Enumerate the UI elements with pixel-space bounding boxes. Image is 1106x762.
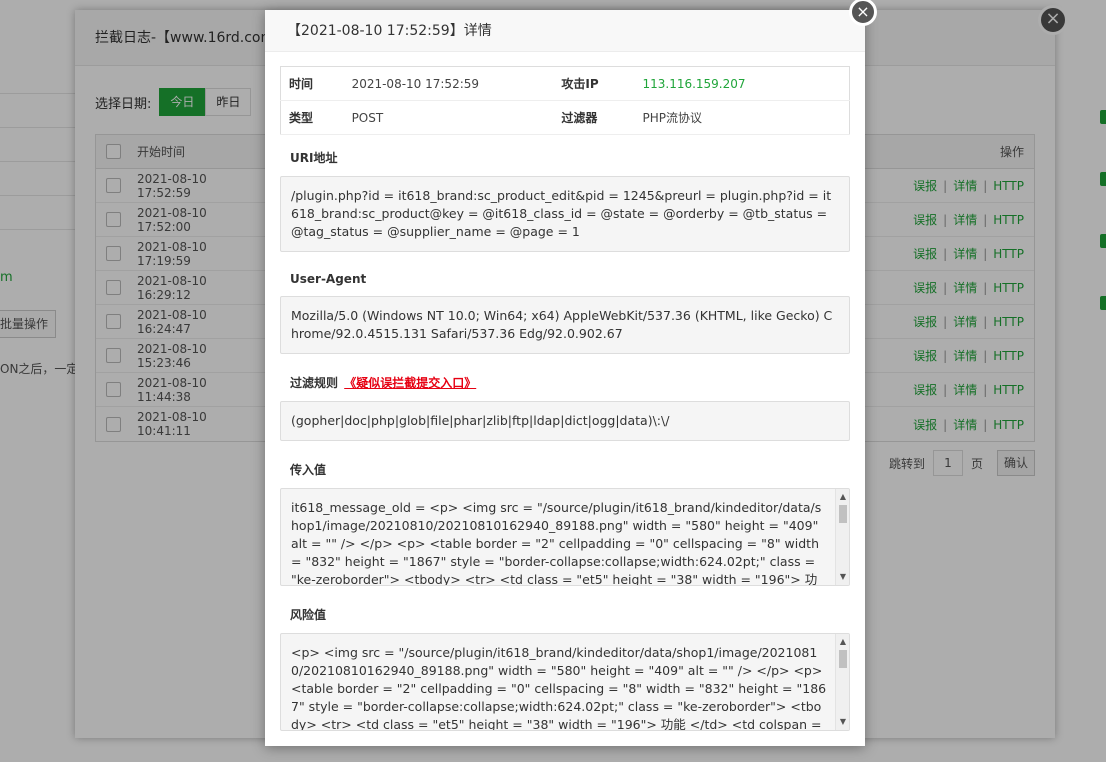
input-value-text: it618_message_old = <p> <img src = "/sou… [291, 500, 822, 586]
risk-value-box[interactable]: <p> <img src = "/source/plugin/it618_bra… [280, 633, 850, 731]
detail-info-table: 时间 2021-08-10 17:52:59 攻击IP 113.116.159.… [280, 66, 850, 135]
filter-value: PHP流协议 [634, 100, 850, 135]
time-value: 2021-08-10 17:52:59 [343, 66, 554, 101]
uri-value: /plugin.php?id = it618_brand:sc_product_… [280, 176, 850, 252]
attack-ip-label: 攻击IP [553, 66, 635, 101]
user-agent-value: Mozilla/5.0 (Windows NT 10.0; Win64; x64… [280, 296, 850, 354]
input-value-box[interactable]: it618_message_old = <p> <img src = "/sou… [280, 488, 850, 586]
detail-dialog-title: 【2021-08-10 17:52:59】详情 [265, 10, 865, 52]
type-value: POST [343, 100, 554, 135]
scroll-up-icon[interactable]: ▲ [836, 491, 849, 503]
filter-label: 过滤器 [553, 100, 635, 135]
scroll-thumb[interactable] [839, 505, 847, 523]
scroll-thumb[interactable] [839, 650, 847, 668]
false-positive-submit-link[interactable]: 《疑似误拦截提交入口》 [344, 376, 476, 390]
detail-dialog-body: 时间 2021-08-10 17:52:59 攻击IP 113.116.159.… [280, 66, 850, 736]
user-agent-label: User-Agent [290, 272, 367, 286]
attack-ip-value: 113.116.159.207 [634, 66, 850, 101]
detail-dialog: 【2021-08-10 17:52:59】详情 时间 2021-08-10 17… [265, 10, 865, 746]
scroll-up-icon[interactable]: ▲ [836, 636, 849, 648]
scroll-down-icon[interactable]: ▼ [836, 571, 849, 583]
filter-rule-heading: 过滤规则 《疑似误拦截提交入口》 [280, 374, 850, 391]
time-label: 时间 [280, 66, 344, 101]
scroll-down-icon[interactable]: ▼ [836, 716, 849, 728]
risk-value-text: <p> <img src = "/source/plugin/it618_bra… [291, 645, 827, 731]
risk-value-label: 风险值 [290, 608, 327, 622]
input-scrollbar[interactable]: ▲ ▼ [835, 489, 849, 585]
filter-rule-label: 过滤规则 [290, 376, 339, 390]
risk-scrollbar[interactable]: ▲ ▼ [835, 634, 849, 730]
input-value-label: 传入值 [290, 463, 327, 477]
uri-label: URI地址 [290, 151, 338, 165]
type-label: 类型 [280, 100, 344, 135]
filter-rule-value: (gopher|doc|php|glob|file|phar|zlib|ftp|… [280, 401, 850, 441]
